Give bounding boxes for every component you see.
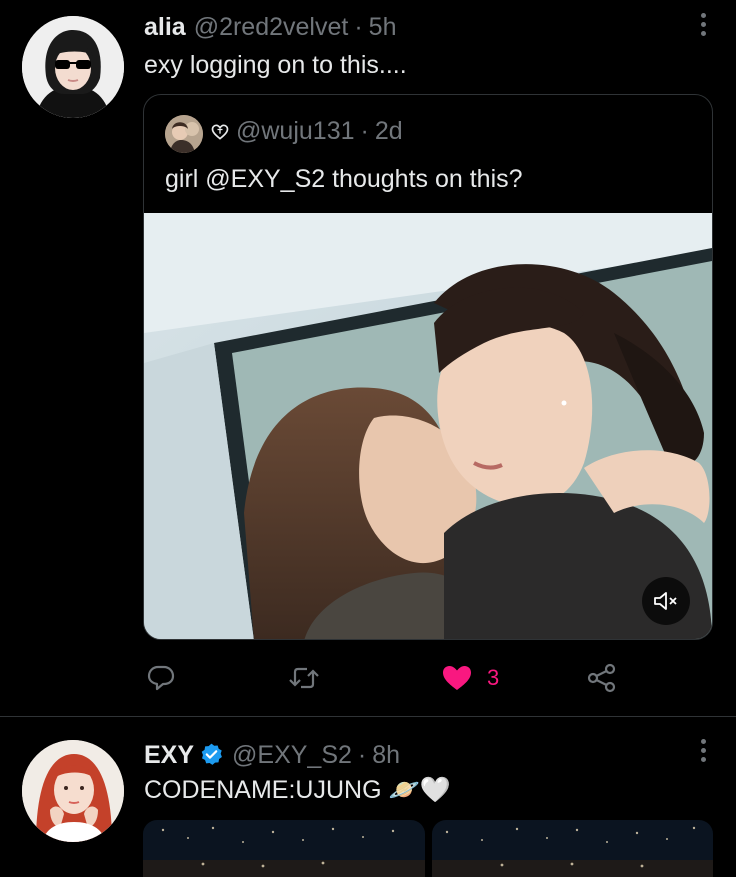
separator-dot: ·	[357, 741, 367, 769]
like-button[interactable]: 3	[441, 660, 499, 696]
reply-button[interactable]	[146, 660, 176, 696]
separator-dot: ·	[354, 13, 363, 41]
user-avatar[interactable]	[22, 740, 124, 842]
tweet-text: CODENAME:UJUNG 🪐🤍	[144, 776, 451, 804]
verified-badge-icon	[201, 743, 222, 765]
user-handle[interactable]: @EXY_S2	[232, 740, 352, 770]
tweet[interactable]: alia @2red2velvet · 5h exy logging on to…	[0, 0, 736, 716]
speaker-muted-icon	[654, 592, 677, 610]
timestamp[interactable]: 5h	[369, 12, 397, 42]
retweet-button[interactable]	[287, 660, 321, 696]
retweet-icon	[289, 667, 319, 689]
heart-filled-icon	[443, 666, 471, 690]
quoted-user-avatar[interactable]	[165, 115, 203, 153]
display-name[interactable]: EXY	[144, 740, 194, 770]
user-handle[interactable]: @2red2velvet	[194, 12, 349, 42]
tweet-text: exy logging on to this....	[144, 51, 407, 79]
quoted-timestamp[interactable]: 2d	[375, 117, 403, 146]
tweet[interactable]: EXY @EXY_S2 · 8h CODENAME:UJUNG 🪐🤍	[0, 717, 736, 877]
timestamp[interactable]: 8h	[372, 740, 400, 770]
heart-outline-icon	[211, 123, 229, 140]
avatar-image	[22, 16, 124, 118]
tweet-photo[interactable]	[143, 820, 425, 877]
reply-icon	[147, 665, 175, 691]
quoted-tweet-text: girl @EXY_S2 thoughts on this?	[165, 165, 523, 193]
avatar-image	[22, 740, 124, 842]
like-count: 3	[487, 665, 500, 690]
more-options-icon[interactable]	[698, 13, 708, 39]
video-player[interactable]	[144, 213, 712, 639]
quoted-tweet[interactable]: @wuju131 · 2d girl @EXY_S2 thoughts on t…	[143, 94, 713, 640]
share-icon	[587, 663, 616, 693]
quoted-user-handle[interactable]: @wuju131	[236, 117, 355, 146]
tweet-header: alia @2red2velvet · 5h	[144, 12, 396, 42]
video-frame	[144, 213, 712, 639]
concert-photo	[143, 820, 425, 877]
tweet-photo[interactable]	[432, 820, 713, 877]
concert-photo	[432, 820, 713, 877]
tweet-actions: 3	[144, 660, 644, 696]
tweet-header: EXY @EXY_S2 · 8h	[144, 738, 400, 770]
quoted-header: @wuju131 · 2d	[210, 117, 403, 146]
display-name[interactable]: alia	[144, 12, 186, 42]
separator-dot: ·	[360, 117, 369, 145]
user-avatar[interactable]	[22, 16, 124, 118]
mute-button[interactable]	[642, 577, 690, 625]
share-button[interactable]	[586, 660, 618, 696]
quoted-avatar-image	[165, 115, 203, 153]
more-options-icon[interactable]	[698, 739, 708, 765]
